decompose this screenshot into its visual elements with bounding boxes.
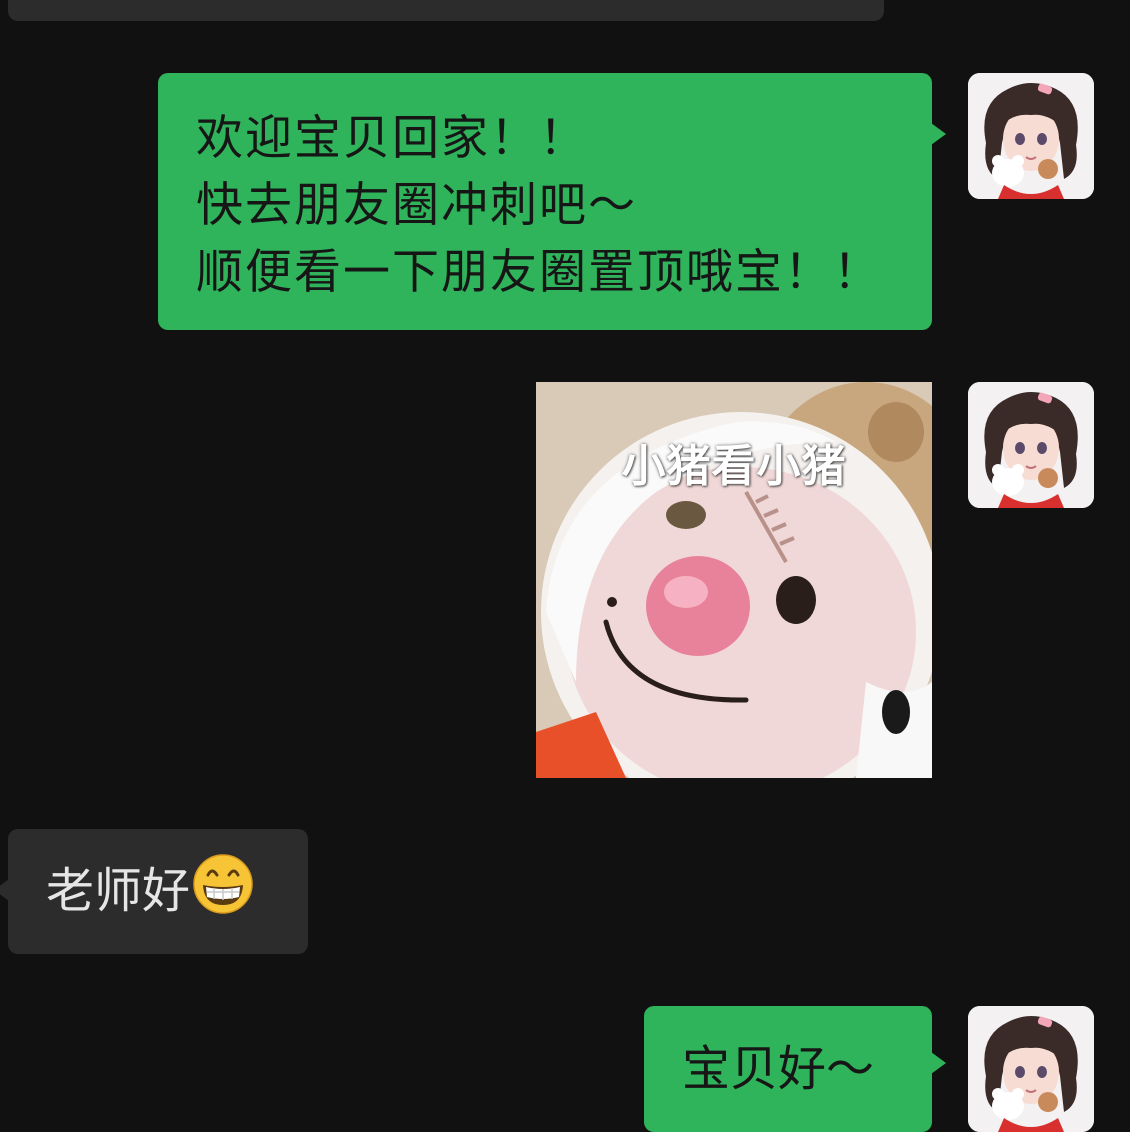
other-message-bubble[interactable]: 老师好 — [0, 829, 308, 954]
girl-avatar-icon — [968, 73, 1094, 199]
my-message-bubble-welcome[interactable]: 欢迎宝贝回家！！ 快去朋友圈冲刺吧～ 顺便看一下朋友圈置顶哦宝！！ — [158, 73, 946, 330]
my-avatar[interactable] — [968, 382, 1094, 508]
previous-message-bubble[interactable] — [8, 0, 884, 21]
message-text-line: 快去朋友圈冲刺吧～ — [196, 178, 637, 233]
my-avatar[interactable] — [968, 1006, 1094, 1132]
my-avatar[interactable] — [968, 73, 1094, 199]
message-text: 宝贝好～ — [682, 1041, 875, 1097]
message-text: 老师好 — [46, 863, 191, 919]
message-text-line: 欢迎宝贝回家！！ — [196, 111, 588, 166]
message-text-line: 顺便看一下朋友圈置顶哦宝！！ — [196, 245, 882, 300]
sticker-image[interactable]: 小猪看小猪 — [536, 382, 932, 778]
grinning-face-emoji — [192, 837, 254, 914]
girl-avatar-icon — [968, 1006, 1094, 1132]
girl-avatar-icon — [968, 382, 1094, 508]
my-message-bubble-greeting[interactable]: 宝贝好～ — [644, 1006, 946, 1132]
sticker-caption: 小猪看小猪 — [621, 441, 847, 492]
